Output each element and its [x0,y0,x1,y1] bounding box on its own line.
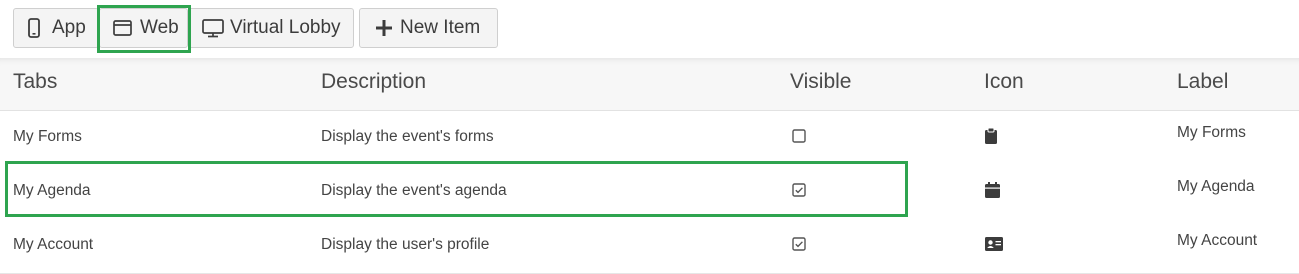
tab-description: Display the event's agenda [321,182,507,199]
tab-label: My Forms [1177,124,1246,141]
column-header-icon: Icon [984,70,1024,93]
mobile-phone-icon [28,18,40,38]
tab-label: My Account [1177,232,1258,249]
table-row[interactable]: My Forms Display the event's forms My Fo… [0,111,1299,166]
tab-description: Display the event's forms [321,128,494,145]
tab-name: My Forms [13,128,82,145]
visible-checkbox[interactable] [792,237,806,256]
web-button[interactable]: Web [99,8,188,48]
plus-icon [376,20,392,36]
virtual-lobby-button-label: Virtual Lobby [230,17,341,38]
table-row[interactable]: My Agenda Display the event's agenda My … [0,165,1299,220]
id-card-icon [985,237,1003,256]
column-header-description: Description [321,70,427,93]
column-header-label: Label [1177,70,1229,93]
calendar-icon [985,182,1000,203]
app-button[interactable]: App [13,8,99,48]
web-button-label: Web [140,17,179,38]
new-item-button[interactable]: New Item [359,8,498,48]
visible-checkbox[interactable] [792,129,806,148]
column-header-tabs: Tabs [13,70,58,93]
virtual-lobby-button[interactable]: Virtual Lobby [188,8,354,48]
column-header-visible: Visible [790,70,852,93]
tab-name: My Agenda [13,182,91,199]
table-row[interactable]: My Account Display the user's profile My… [0,219,1299,274]
browser-window-icon [113,20,132,36]
tab-description: Display the user's profile [321,236,490,253]
clipboard-icon [985,127,997,149]
tab-name: My Account [13,236,94,253]
app-button-label: App [52,17,86,38]
tab-label: My Agenda [1177,178,1255,195]
table-header: Tabs Description Visible Icon Label [0,58,1299,111]
desktop-monitor-icon [202,18,224,38]
new-item-button-label: New Item [400,17,481,38]
visible-checkbox[interactable] [792,183,806,202]
